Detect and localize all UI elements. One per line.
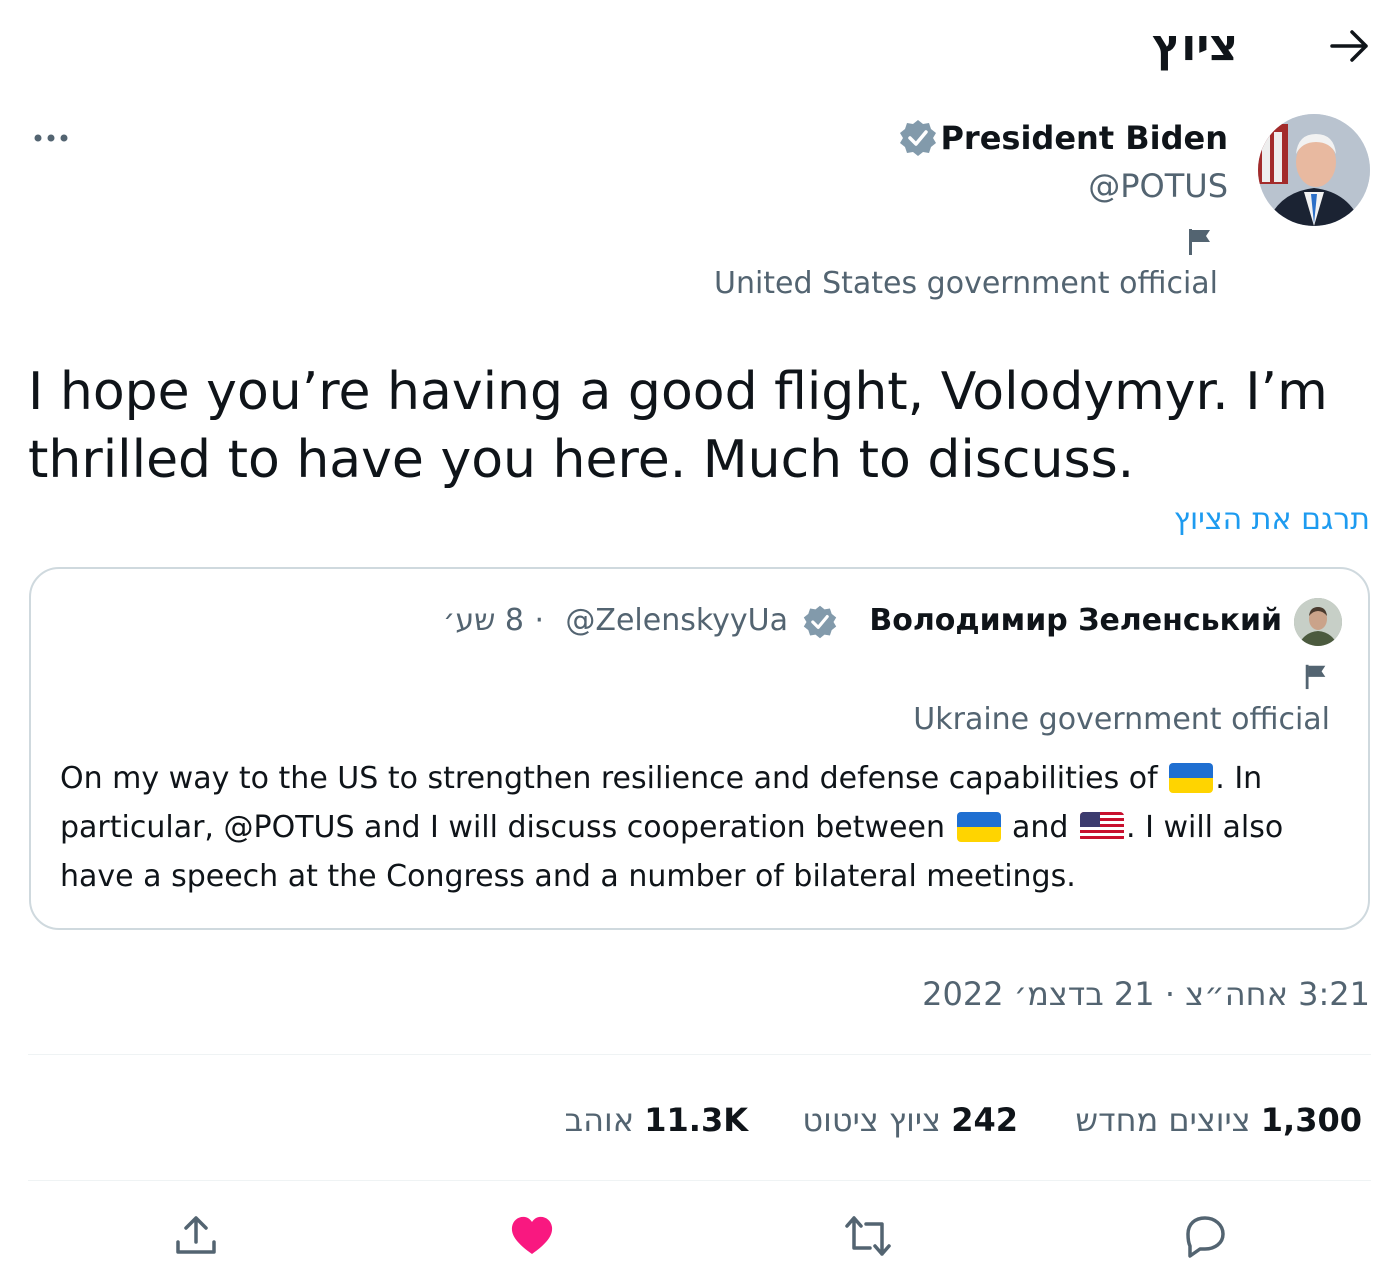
share-icon[interactable] xyxy=(172,1212,220,1260)
government-label: Ukraine government official xyxy=(913,702,1330,737)
author-name[interactable]: President Biden xyxy=(940,118,1228,158)
quoted-text-part: and xyxy=(1002,810,1079,845)
divider xyxy=(28,1180,1371,1181)
separator-dot: · xyxy=(534,603,544,638)
tweet-timestamp[interactable]: 3:21 אחה״צ · 21 בדצמ׳ 2022 xyxy=(922,972,1370,1016)
ukraine-flag-emoji xyxy=(956,812,1001,842)
government-flag-icon xyxy=(1189,229,1210,255)
page-title: ציוץ xyxy=(1152,20,1238,71)
ukraine-flag-emoji xyxy=(1169,763,1214,793)
quoted-text-part: On my way to the US to strengthen resili… xyxy=(60,761,1168,796)
likes-label: אוהב xyxy=(564,1101,635,1139)
retweets-stat[interactable]: 1,300 ציוצים מחדש xyxy=(1075,1098,1362,1142)
quoted-author-avatar[interactable] xyxy=(1294,598,1342,646)
retweets-label: ציוצים מחדש xyxy=(1075,1101,1251,1139)
likes-stat[interactable]: 11.3K אוהב xyxy=(565,1098,748,1142)
government-label: United States government official xyxy=(713,266,1218,301)
author-avatar[interactable] xyxy=(1258,114,1370,226)
quotes-stat[interactable]: 242 ציוץ ציטוט xyxy=(802,1098,1018,1142)
arrow-right-icon[interactable] xyxy=(1328,26,1372,66)
translate-tweet-link[interactable]: תרגם את הציוץ xyxy=(1174,500,1370,540)
us-flag-emoji xyxy=(1080,812,1125,842)
verified-badge-icon xyxy=(803,605,837,639)
heart-icon[interactable] xyxy=(508,1212,556,1260)
quoted-author-name[interactable]: Володимир Зеленський xyxy=(869,601,1282,641)
avatar-portrait-icon xyxy=(1294,598,1342,646)
retweets-count: 1,300 xyxy=(1260,1101,1362,1139)
divider xyxy=(28,1054,1371,1055)
verified-badge-icon xyxy=(900,120,936,156)
quoted-author-handle[interactable]: @ZelenskyyUa xyxy=(565,601,788,641)
quoted-tweet-time[interactable]: 8 שע׳ xyxy=(443,601,524,641)
government-flag-icon xyxy=(1305,664,1326,690)
retweet-icon[interactable] xyxy=(844,1212,892,1260)
avatar-portrait-icon xyxy=(1258,114,1370,226)
likes-count: 11.3K xyxy=(644,1101,748,1139)
more-options-icon[interactable] xyxy=(32,118,72,158)
quoted-tweet-text: On my way to the US to strengthen resili… xyxy=(60,754,1350,901)
reply-icon[interactable] xyxy=(1180,1212,1228,1260)
quotes-count: 242 xyxy=(951,1101,1018,1139)
author-handle[interactable]: @POTUS xyxy=(1088,166,1228,206)
quotes-label: ציוץ ציטוט xyxy=(802,1101,942,1139)
tweet-text: I hope you’re having a good flight, Volo… xyxy=(28,362,1328,490)
